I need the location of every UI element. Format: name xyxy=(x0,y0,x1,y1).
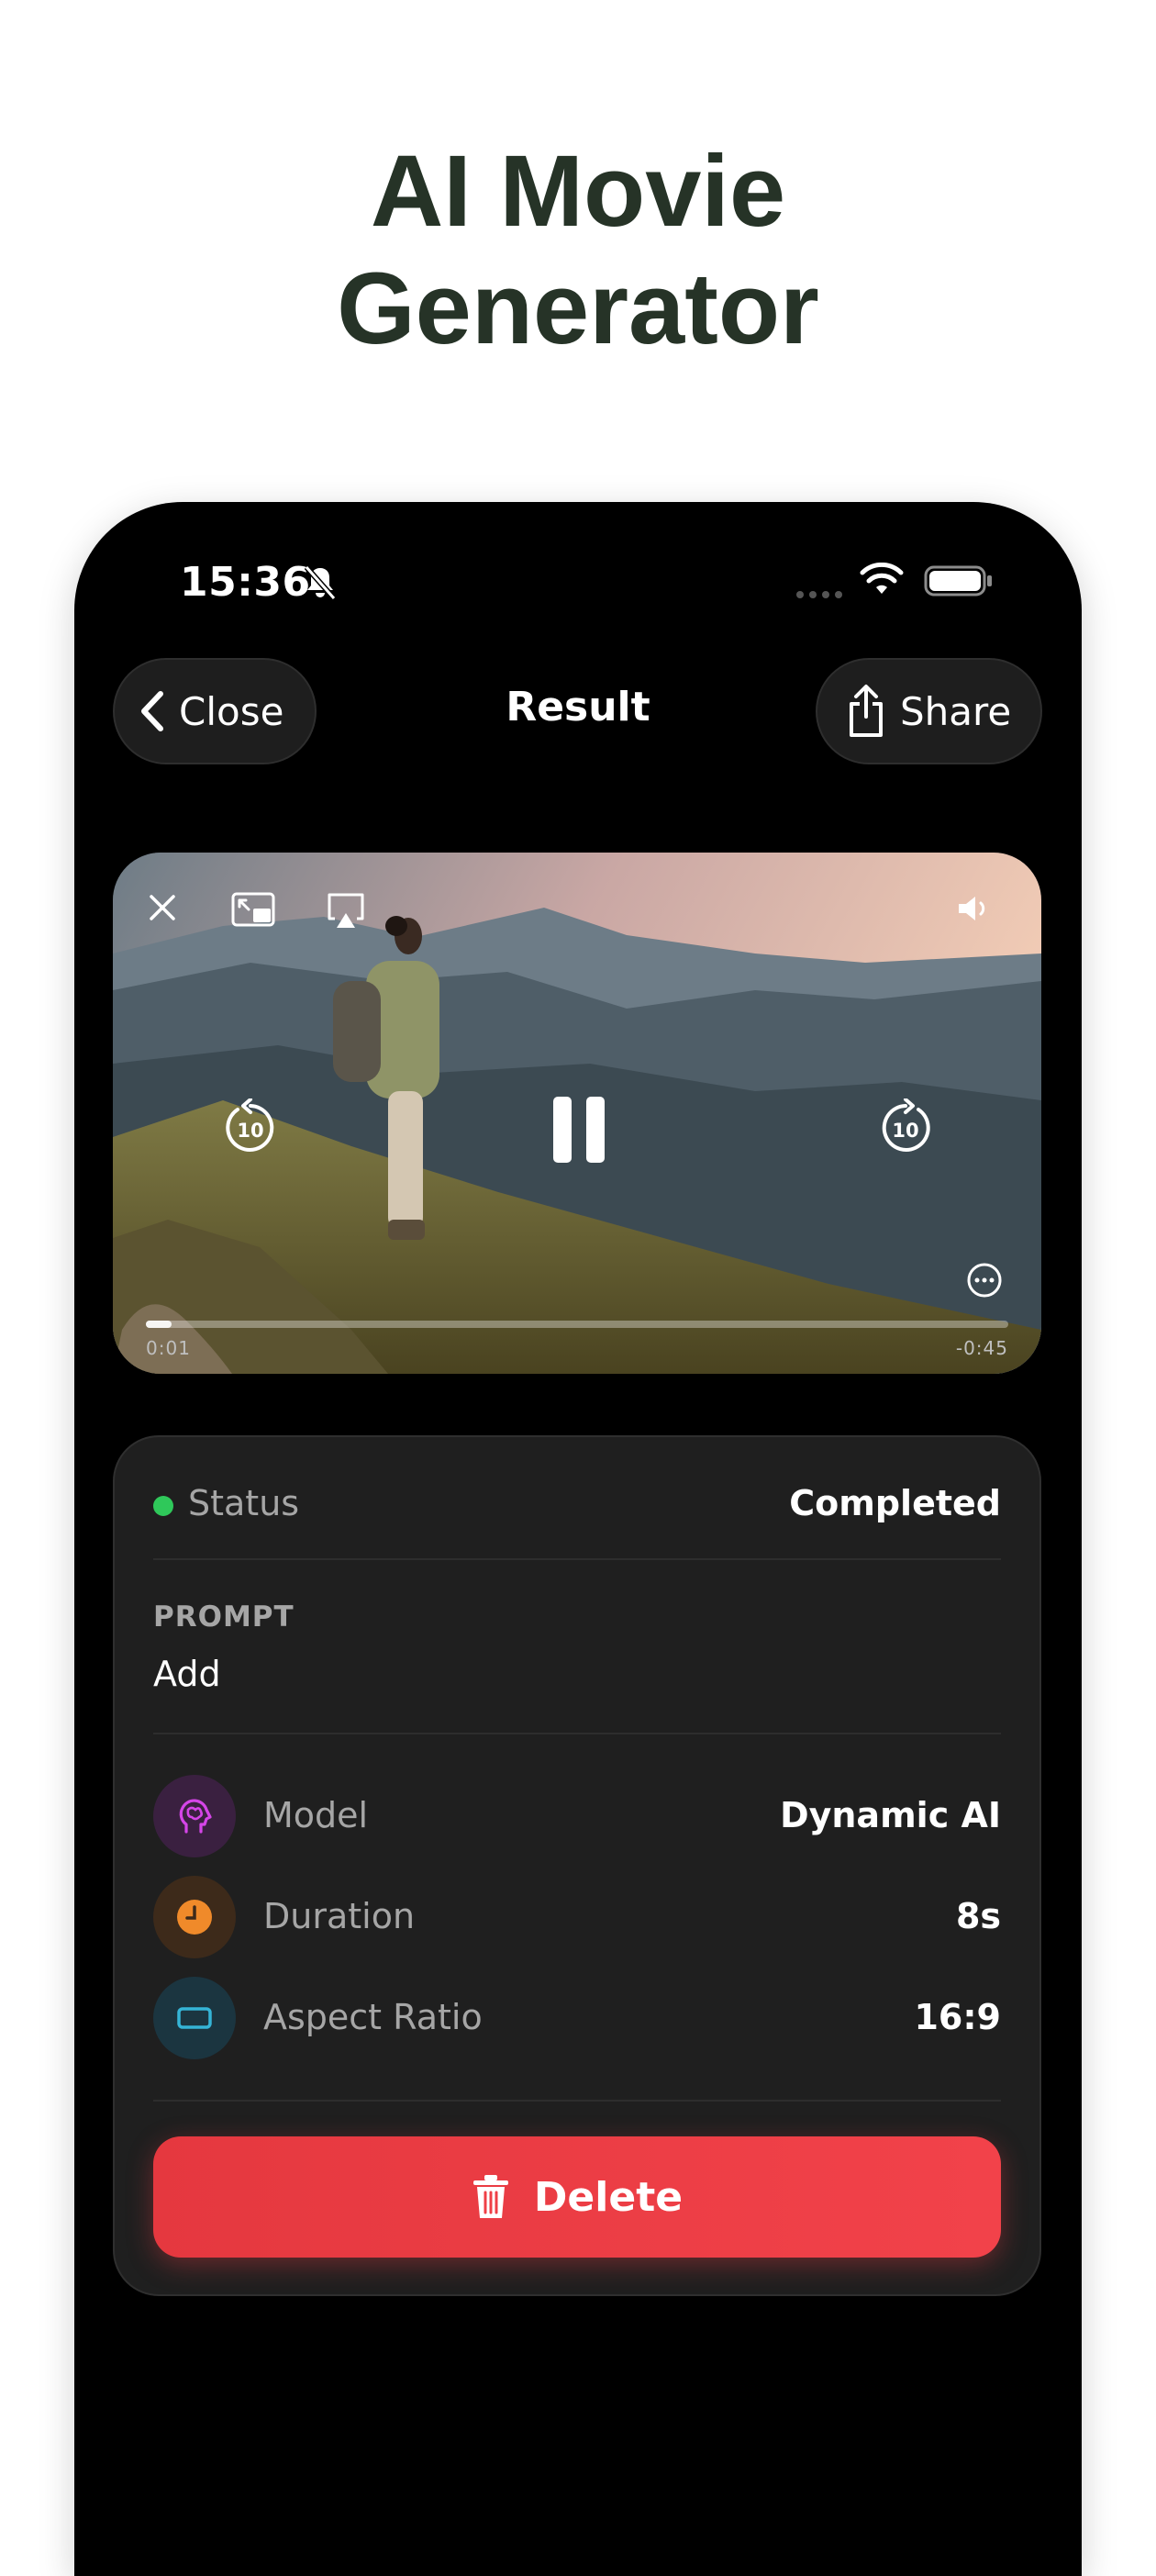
status-row: Status Completed xyxy=(153,1474,1001,1529)
spec-row-aspect-ratio: Aspect Ratio 16:9 xyxy=(153,1977,1001,2059)
delete-label: Delete xyxy=(533,2173,684,2221)
spec-label: Aspect Ratio xyxy=(263,1997,483,2037)
spec-value: 8s xyxy=(955,1896,1001,1936)
playback-progress-fill xyxy=(146,1321,172,1328)
spec-row-model: Model Dynamic AI xyxy=(153,1775,1001,1857)
picture-in-picture-icon[interactable] xyxy=(230,891,276,928)
rewind-10-icon: 10 xyxy=(226,1098,274,1152)
divider xyxy=(153,1558,1001,1560)
status-bar: 15:36 xyxy=(74,502,1082,612)
headline-line-2: Generator xyxy=(337,252,819,365)
share-icon xyxy=(850,685,883,737)
details-card: Status Completed PROMPT Add Model Dynami… xyxy=(113,1435,1041,2296)
skip-forward-10-button[interactable]: 10 xyxy=(878,1098,933,1155)
pause-button[interactable] xyxy=(550,1095,608,1165)
wifi-icon xyxy=(860,563,904,594)
volume-icon[interactable] xyxy=(955,893,992,924)
elapsed-time: 0:01 xyxy=(146,1337,191,1359)
spec-row-duration: Duration 8s xyxy=(153,1876,1001,1958)
spec-value: Dynamic AI xyxy=(780,1795,1001,1835)
clock-icon xyxy=(153,1876,236,1958)
headline: AI Movie Generator xyxy=(0,133,1156,368)
video-player[interactable]: 10 10 0:01 -0:45 xyxy=(113,853,1041,1374)
pause-icon xyxy=(553,1097,605,1163)
phone-frame: 15:36 Close Result Share 10 10 0:01 -0:4… xyxy=(74,502,1082,2576)
playback-scrubber[interactable] xyxy=(146,1321,1008,1328)
aspect-ratio-icon xyxy=(153,1977,236,2059)
divider xyxy=(153,2100,1001,2102)
forward-10-icon: 10 xyxy=(882,1098,930,1152)
delete-button[interactable]: Delete xyxy=(153,2136,1001,2258)
skip-forward-seconds: 10 xyxy=(892,1120,918,1142)
more-options-icon[interactable] xyxy=(966,1262,1003,1299)
share-label: Share xyxy=(900,688,1012,734)
status-value: Completed xyxy=(789,1483,1001,1523)
share-button[interactable]: Share xyxy=(816,658,1042,764)
remaining-time: -0:45 xyxy=(955,1337,1008,1359)
spec-label: Duration xyxy=(263,1896,416,1936)
airplay-icon[interactable] xyxy=(326,891,366,930)
divider xyxy=(153,1733,1001,1734)
battery-icon xyxy=(924,565,992,597)
prompt-label: PROMPT xyxy=(153,1600,295,1634)
headline-line-1: AI Movie xyxy=(370,135,786,248)
spec-value: 16:9 xyxy=(914,1997,1001,2037)
skip-back-seconds: 10 xyxy=(237,1120,263,1142)
status-time: 15:36 xyxy=(180,559,311,606)
spec-label: Model xyxy=(263,1795,369,1835)
cellular-signal-icon xyxy=(796,591,842,598)
trash-icon xyxy=(472,2175,508,2218)
brain-head-icon xyxy=(153,1775,236,1857)
status-indicator-dot xyxy=(153,1496,173,1516)
skip-back-10-button[interactable]: 10 xyxy=(223,1098,278,1155)
close-player-icon[interactable] xyxy=(146,891,179,924)
bell-muted-icon xyxy=(304,565,337,600)
prompt-value: Add xyxy=(153,1654,221,1694)
status-label: Status xyxy=(188,1483,300,1523)
